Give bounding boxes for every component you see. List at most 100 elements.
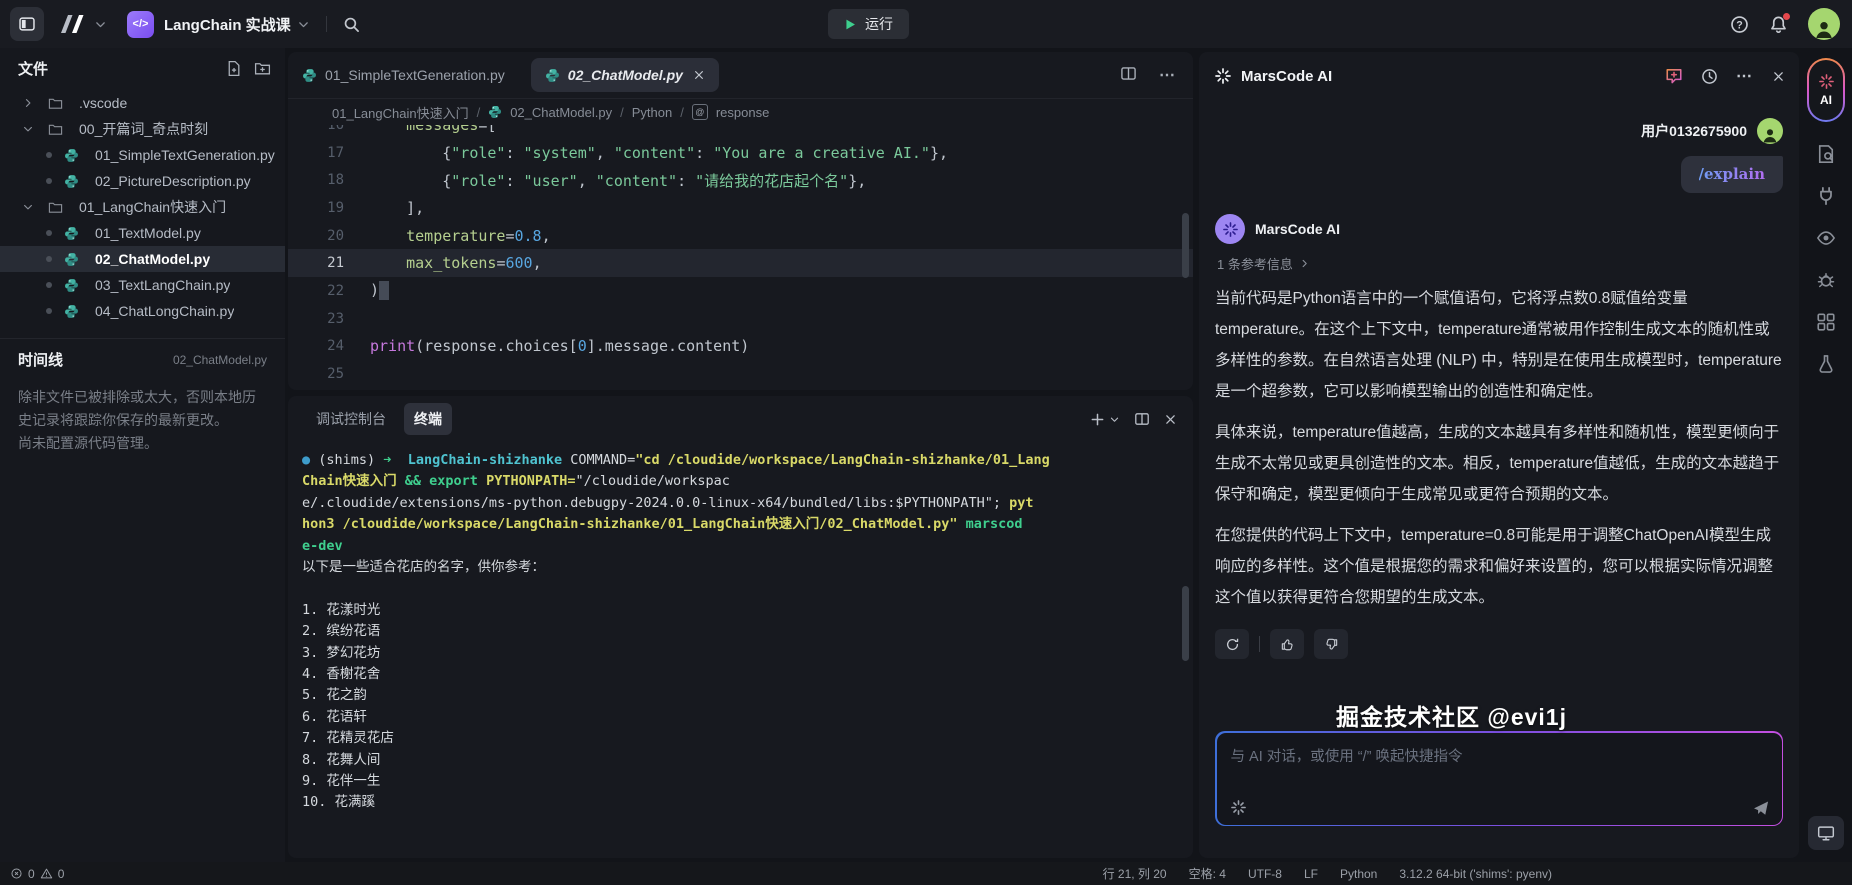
tree-item[interactable]: 01_LangChain快速入门	[0, 194, 285, 220]
project-name[interactable]: LangChain 实战课	[164, 14, 291, 35]
tree-item[interactable]: 04_ChatLongChain.py	[0, 298, 285, 324]
assistant-header: MarsCode AI	[1215, 214, 1783, 244]
project-chevron-down-icon[interactable]	[297, 18, 310, 31]
close-ai-panel-icon[interactable]	[1772, 70, 1785, 83]
status-item[interactable]: 行 21, 列 20	[1103, 865, 1167, 882]
tree-item[interactable]: 00_开篇词_奇点时刻	[0, 116, 285, 142]
new-file-icon[interactable]	[225, 60, 242, 77]
chevron-down-icon[interactable]	[94, 18, 107, 31]
timeline-section: 时间线 02_ChatModel.py 除非文件已被排除或太大，否则本地历史记录…	[0, 338, 285, 455]
run-button[interactable]: 运行	[828, 9, 909, 39]
marscode-logo[interactable]	[58, 13, 88, 35]
plug-icon[interactable]	[1816, 186, 1836, 206]
history-icon[interactable]	[1701, 68, 1718, 85]
file-tree: .vscode 00_开篇词_奇点时刻 01_SimpleTextGeneratio…	[0, 90, 285, 324]
code-token: =	[505, 226, 515, 245]
tree-item[interactable]: 03_TextLangChain.py	[0, 272, 285, 298]
notifications-button[interactable]	[1769, 12, 1790, 34]
line-number: 23	[327, 310, 344, 327]
code-line[interactable]: 21 max_tokens=600,	[288, 249, 1193, 278]
tab-02-chatmodel[interactable]: 02_ChatModel.py	[530, 58, 719, 92]
help-icon[interactable]	[1730, 15, 1749, 34]
status-right-items: 行 21, 列 20 空格: 4 UTF-8 LF Python 3.12.2 64-bi…	[1103, 865, 1552, 882]
close-panel-icon[interactable]	[1164, 413, 1177, 426]
status-item[interactable]: UTF-8	[1248, 867, 1282, 881]
editor-scrollbar[interactable]	[1182, 213, 1189, 278]
send-icon[interactable]	[1752, 799, 1770, 817]
terminal-scrollbar[interactable]	[1182, 586, 1189, 661]
marscode-logo-icon	[58, 13, 88, 35]
terminal-output[interactable]: ● (shims) ➜ LangChain-shizhanke COMMAND=…	[288, 442, 1193, 814]
workspace-code-badge: </>	[127, 10, 154, 38]
terminal-token: 以下是一些适合花店的名字，供你参考：	[302, 559, 545, 576]
ai-assistant-activity-button[interactable]: AI	[1807, 58, 1845, 122]
user-message-text: /explain	[1698, 165, 1765, 183]
tree-item[interactable]: 01_TextModel.py	[0, 220, 285, 246]
breadcrumb-file[interactable]: 02_ChatModel.py	[510, 105, 612, 120]
terminal-token: export	[429, 473, 487, 490]
code-token: max_tokens	[406, 254, 497, 273]
terminal-line: 1. 花漾时光	[302, 600, 1179, 621]
terminal-dropdown-chevron-icon[interactable]	[1109, 414, 1120, 425]
topbar-divider	[325, 16, 327, 32]
code-token: :	[677, 171, 696, 190]
tree-item[interactable]: 02_PictureDescription.py	[0, 168, 285, 194]
preview-eye-icon[interactable]	[1816, 228, 1836, 248]
code-line[interactable]: 22)	[288, 277, 1193, 305]
new-folder-icon[interactable]	[254, 60, 271, 77]
tree-item[interactable]: 02_ChatModel.py	[0, 246, 285, 272]
thumbs-down-button[interactable]	[1314, 629, 1348, 659]
more-actions-icon[interactable]: ⋯	[1159, 65, 1177, 85]
ai-more-icon[interactable]: ⋯	[1736, 66, 1754, 86]
breadcrumb-language[interactable]: Python	[632, 105, 672, 120]
test-flask-icon[interactable]	[1816, 354, 1836, 374]
problems-indicator[interactable]: 0 0	[10, 867, 64, 881]
split-terminal-icon[interactable]	[1134, 411, 1150, 427]
code-line[interactable]: 25	[288, 360, 1193, 388]
code-line[interactable]: 16 messages=[	[288, 125, 1193, 139]
sidebar-toggle-button[interactable]	[10, 7, 44, 41]
status-item[interactable]: Python	[1340, 867, 1377, 881]
code-line[interactable]: 19 ],	[288, 194, 1193, 222]
tree-item[interactable]: 01_SimpleTextGeneration.py	[0, 142, 285, 168]
user-avatar[interactable]	[1808, 8, 1840, 40]
debug-bug-icon[interactable]	[1816, 270, 1836, 290]
breadcrumb-symbol[interactable]: response	[716, 105, 769, 120]
tab-01-simpletextgeneration[interactable]: 01_SimpleTextGeneration.py	[288, 52, 519, 98]
tab-debug-console[interactable]: 调试控制台	[306, 403, 396, 435]
code-editor[interactable]: 16 messages=[17 {"role": "system", "cont…	[288, 125, 1193, 390]
preview-monitor-button[interactable]	[1808, 816, 1844, 850]
regenerate-button[interactable]	[1215, 629, 1249, 659]
code-line[interactable]: 20 temperature=0.8,	[288, 222, 1193, 250]
ai-chat-input[interactable]	[1216, 732, 1782, 791]
reference-row[interactable]: 1 条参考信息	[1217, 254, 1783, 273]
status-item[interactable]: 3.12.2 64-bit ('shims': pyenv)	[1399, 867, 1552, 881]
new-terminal-icon[interactable]	[1090, 412, 1105, 427]
breadcrumb-folder[interactable]: 01_LangChain快速入门	[332, 103, 469, 122]
ai-response-paragraph: 在您提供的代码上下文中，temperature=0.8可能是用于调整ChatOp…	[1215, 527, 1774, 606]
code-line[interactable]: 17 {"role": "system", "content": "You ar…	[288, 139, 1193, 167]
status-item[interactable]: 空格: 4	[1189, 865, 1226, 882]
close-tab-icon[interactable]	[693, 69, 705, 81]
code-line[interactable]: 24 print(response.choices[0].message.cont…	[288, 333, 1193, 361]
code-line[interactable]: 23	[288, 305, 1193, 333]
tree-item-label: 03_TextLangChain.py	[95, 277, 231, 293]
new-chat-icon[interactable]	[1665, 67, 1683, 85]
status-item[interactable]: LF	[1304, 867, 1318, 881]
code-token: },	[929, 143, 948, 162]
code-search-icon[interactable]	[1816, 144, 1836, 164]
timeline-header-label[interactable]: 时间线	[18, 349, 63, 370]
split-editor-icon[interactable]	[1120, 65, 1137, 82]
code-line[interactable]: 18 {"role": "user", "content": "请给我的花店起个…	[288, 166, 1193, 194]
extensions-grid-icon[interactable]	[1816, 312, 1836, 332]
search-icon[interactable]	[343, 16, 360, 33]
tree-item[interactable]: .vscode	[0, 90, 285, 116]
code-token: 600	[505, 254, 533, 273]
thumbs-up-button[interactable]	[1270, 629, 1304, 659]
code-token: ,	[595, 143, 614, 162]
terminal-token: 5. 花之韵	[302, 687, 367, 704]
python-icon	[64, 277, 87, 294]
tab-terminal[interactable]: 终端	[404, 403, 452, 435]
tree-item-label: 02_ChatModel.py	[95, 251, 211, 267]
panel-header: 调试控制台 终端	[288, 396, 1193, 442]
